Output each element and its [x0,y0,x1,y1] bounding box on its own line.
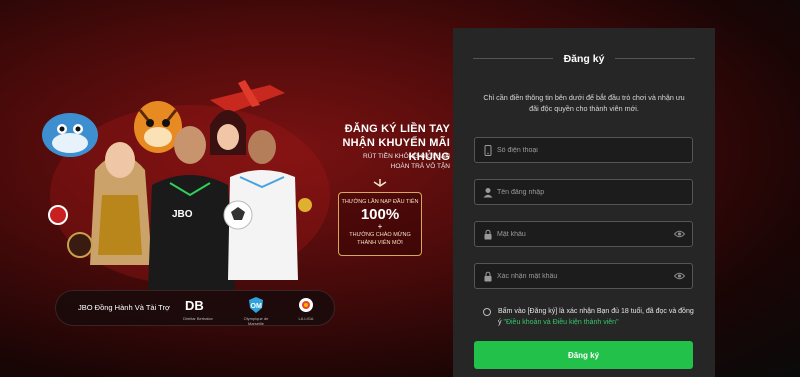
username-field[interactable] [474,179,693,205]
sponsor-logo-laliga: LA LIGA [286,296,326,321]
promo-banner: JBO ĐĂNG KÝ LIỀN TAY NHẬN KHUYẾN MÃI KHỦ… [0,0,455,377]
user-icon [483,188,493,198]
show-confirm-password-icon[interactable] [674,272,685,280]
sponsor-logo-marseille: OM Olympique de Marseille [236,296,276,326]
laliga-logo-icon [299,298,313,312]
sponsor-bar: JBO Đồng Hành Và Tài Trợ DB Dimitar Berb… [55,290,335,326]
casino-chip-icon [48,205,68,225]
password-input[interactable] [497,223,667,245]
subtext-line-1: RÚT TIỀN KHÔNG GIỚI HẠN [363,153,450,160]
bonus-plus: + [377,222,383,231]
subtext-line-2: HOÀN TRẢ VÔ TẬN [390,163,450,170]
registration-panel: Đăng ký Chỉ cần điền thông tin bên dưới … [453,28,715,377]
terms-agree-radio[interactable] [483,308,491,316]
bonus-welcome: THƯỞNG CHÀO MỪNG [349,232,411,238]
bonus-box: THƯỞNG LẦN NẠP ĐẦU TIÊN 100% + THƯỞNG CH… [338,192,422,256]
form-title: Đăng ký [563,53,605,65]
sponsor-text: JBO Đồng Hành Và Tài Trợ [78,303,170,312]
roulette-icon [67,232,93,258]
confirm-password-field[interactable] [474,263,693,289]
shirt-logo: JBO [172,209,193,220]
sponsor-caption-berbatov: Dimitar Berbatov [183,316,213,321]
promo-artwork: JBO [42,80,330,290]
show-password-icon[interactable] [674,230,685,238]
password-field[interactable] [474,221,693,247]
title-divider-right [615,58,695,59]
football-icon [223,200,253,230]
bonus-new-member: THÀNH VIÊN MỚI [357,240,403,246]
register-button[interactable]: Đăng ký [474,341,693,369]
promo-subtext: RÚT TIỀN KHÔNG GIỚI HẠN HOÀN TRẢ VÔ TẬN [320,152,450,172]
bonus-percent: 100% [360,206,400,223]
gift-icon [373,179,387,187]
shark-character [42,113,98,157]
sponsor-caption-marseille: Olympique de Marseille [243,316,269,326]
svg-text:DB: DB [185,298,204,312]
terms-link[interactable]: "Điều khoản và Điều kiện thành viên" [503,319,618,326]
phone-input[interactable] [497,139,667,161]
confirm-password-input[interactable] [497,265,667,287]
sponsor-caption-laliga: LA LIGA [298,316,314,321]
registration-page: JBO ĐĂNG KÝ LIỀN TAY NHẬN KHUYẾN MÃI KHỦ… [0,0,800,377]
berbatov-logo-icon: DB [185,298,204,312]
phone-field[interactable] [474,137,693,163]
sponsor-logo-berbatov: DB Dimitar Berbatov [178,296,218,321]
headline-line-1: ĐĂNG KÝ LIỀN TAY [344,123,450,135]
bonus-first-deposit: THƯỞNG LẦN NẠP ĐẦU TIÊN [341,199,419,205]
svg-text:OM: OM [251,303,262,310]
coin-icon [298,198,312,212]
terms-agree-text: Bấm vào [Đăng ký] là xác nhận Bạn đủ 18 … [498,306,698,328]
username-input[interactable] [497,181,667,203]
lock-icon [484,229,492,240]
form-intro: Chỉ cần điền thông tin bên dưới để bắt đ… [483,93,685,113]
phone-icon [484,145,492,156]
marseille-logo-icon: OM [249,297,263,313]
lock-icon [484,271,492,282]
